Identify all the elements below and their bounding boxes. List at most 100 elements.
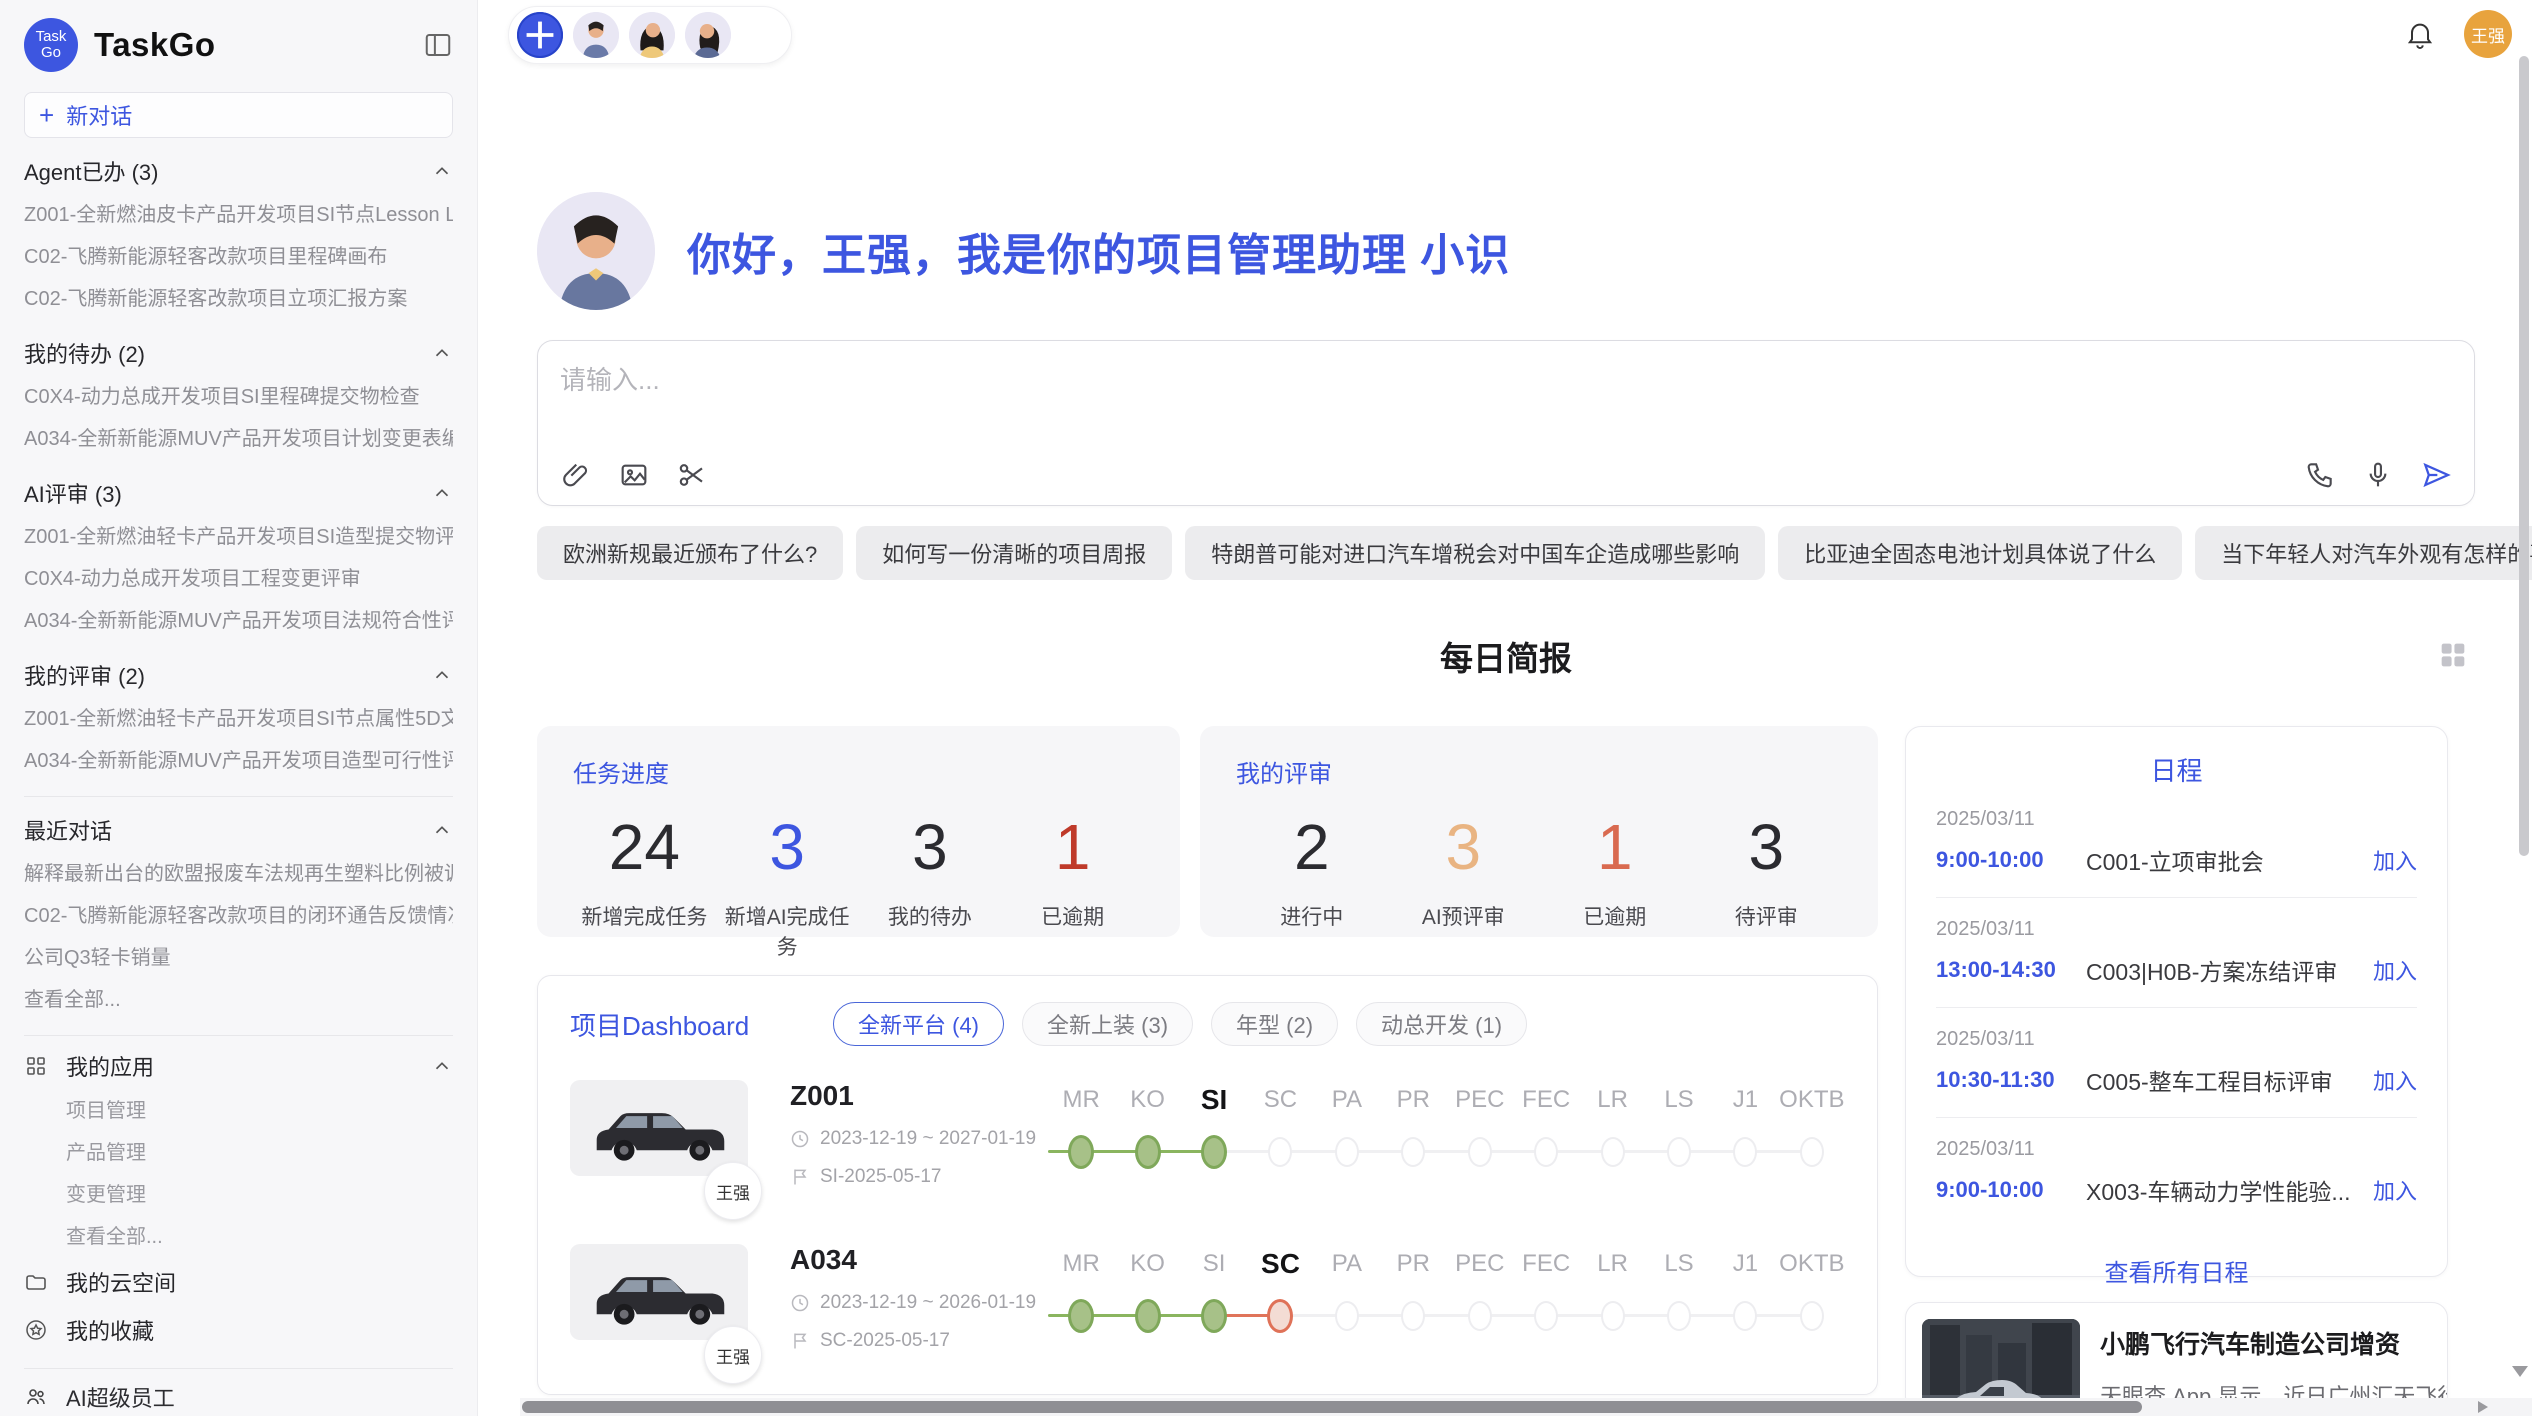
sidebar-item[interactable]: C02-飞腾新能源轻客改款项目立项汇报方案: [24, 278, 453, 320]
milestone-dot[interactable]: [1135, 1299, 1161, 1333]
sidebar-item[interactable]: Z001-全新燃油轻卡产品开发项目SI节点属性5D文件评审: [24, 698, 453, 740]
app-item-project-mgmt[interactable]: 项目管理: [24, 1090, 453, 1132]
sidebar-item[interactable]: C0X4-动力总成开发项目SI里程碑提交物检查: [24, 376, 453, 418]
tab-powertrain[interactable]: 动总开发 (1): [1356, 1002, 1527, 1046]
milestone-dot[interactable]: [1268, 1137, 1292, 1167]
project-code[interactable]: A034: [790, 1244, 1048, 1276]
image-icon[interactable]: [618, 459, 650, 491]
agent-avatar-2[interactable]: [629, 12, 675, 58]
divider: [24, 1368, 453, 1369]
chevron-up-icon[interactable]: [431, 482, 453, 504]
milestone-dot[interactable]: [1667, 1137, 1691, 1167]
milestone-dot[interactable]: [1800, 1137, 1824, 1167]
chevron-up-icon[interactable]: [431, 160, 453, 182]
sidebar-item-favorites[interactable]: 我的收藏: [24, 1306, 453, 1354]
project-code[interactable]: Z001: [790, 1080, 1048, 1112]
milestone-dot[interactable]: [1733, 1301, 1757, 1331]
sidebar-item[interactable]: C02-飞腾新能源轻客改款项目里程碑画布: [24, 236, 453, 278]
chevron-up-icon[interactable]: [431, 664, 453, 686]
join-link[interactable]: 加入: [2373, 954, 2417, 986]
suggestion-chip[interactable]: 当下年轻人对汽车外观有怎样的喜好趋势: [2195, 526, 2532, 580]
schedule-card: 日程 2025/03/11 9:00-10:00 C001-立项审批会 加入 2…: [1905, 726, 2448, 1277]
milestone-dot[interactable]: [1468, 1137, 1492, 1167]
milestone-dot[interactable]: [1201, 1299, 1227, 1333]
join-link[interactable]: 加入: [2373, 1174, 2417, 1206]
sidebar-item[interactable]: A034-全新新能源MUV产品开发项目计划变更表编写: [24, 418, 453, 460]
sidebar-collapse-icon[interactable]: [423, 30, 453, 60]
sidebar-item[interactable]: A034-全新新能源MUV产品开发项目造型可行性评审: [24, 740, 453, 782]
milestone-dot[interactable]: [1267, 1299, 1293, 1333]
chevron-up-icon[interactable]: [431, 342, 453, 364]
sidebar-item[interactable]: A034-全新新能源MUV产品开发项目法规符合性评审: [24, 600, 453, 642]
sidebar-item[interactable]: Z001-全新燃油皮卡产品开发项目SI节点Lesson Learn报告: [24, 194, 453, 236]
section-my-todo[interactable]: 我的待办 (2): [24, 330, 453, 376]
scroll-right-arrow[interactable]: [2478, 1401, 2488, 1413]
sidebar-item-cloud[interactable]: 我的云空间: [24, 1258, 453, 1306]
section-my-apps[interactable]: 我的应用: [24, 1042, 453, 1090]
topbar-right: 王强: [2404, 10, 2512, 58]
recent-chat-item[interactable]: C02-飞腾新能源轻客改款项目的闭环通告反馈情况: [24, 895, 453, 937]
agent-avatar-3[interactable]: [685, 12, 731, 58]
section-ai-review[interactable]: AI评审 (3): [24, 470, 453, 516]
milestone-dot[interactable]: [1335, 1301, 1359, 1331]
phone-icon[interactable]: [2304, 459, 2336, 491]
news-card[interactable]: 小鹏飞行汽车制造公司增资 天眼查 App 显示，近日广州汇天飞行汽...: [1905, 1302, 2448, 1412]
milestone-dot[interactable]: [1335, 1137, 1359, 1167]
send-icon[interactable]: [2420, 459, 2452, 491]
milestone-dot[interactable]: [1534, 1301, 1558, 1331]
horizontal-scrollbar-thumb[interactable]: [522, 1401, 2142, 1413]
project-car-image: [570, 1080, 748, 1176]
milestone-dot[interactable]: [1534, 1137, 1558, 1167]
tab-new-body[interactable]: 全新上装 (3): [1022, 1002, 1193, 1046]
milestone-dot[interactable]: [1201, 1135, 1227, 1169]
milestone-dot[interactable]: [1468, 1301, 1492, 1331]
suggestion-chip[interactable]: 特朗普可能对进口汽车增税会对中国车企造成哪些影响: [1185, 526, 1765, 580]
milestone-dot[interactable]: [1401, 1301, 1425, 1331]
recent-chat-item[interactable]: 公司Q3轻卡销量: [24, 937, 453, 979]
milestone-dot[interactable]: [1601, 1301, 1625, 1331]
suggestion-chip[interactable]: 如何写一份清晰的项目周报: [856, 526, 1172, 580]
milestone-dot[interactable]: [1068, 1135, 1094, 1169]
suggestion-chip[interactable]: 比亚迪全固态电池计划具体说了什么: [1778, 526, 2182, 580]
suggestion-chip[interactable]: 欧洲新规最近颁布了什么?: [537, 526, 843, 580]
chevron-up-icon[interactable]: [431, 1055, 453, 1077]
chat-input[interactable]: [560, 365, 2452, 396]
agent-avatar-1[interactable]: [573, 12, 619, 58]
join-link[interactable]: 加入: [2373, 1064, 2417, 1096]
section-recent-chats[interactable]: 最近对话: [24, 807, 453, 853]
milestone-dot[interactable]: [1667, 1301, 1691, 1331]
milestone-dot[interactable]: [1135, 1135, 1161, 1169]
milestone-label: PR: [1380, 1246, 1446, 1288]
user-avatar[interactable]: 王强: [2464, 10, 2512, 58]
view-all-schedule[interactable]: 查看所有日程: [1936, 1253, 2417, 1288]
scroll-down-arrow[interactable]: [2512, 1366, 2528, 1377]
milestone-dot[interactable]: [1733, 1137, 1757, 1167]
milestone-dot[interactable]: [1800, 1301, 1824, 1331]
milestone-dot[interactable]: [1068, 1299, 1094, 1333]
tab-model-year[interactable]: 年型 (2): [1211, 1002, 1338, 1046]
sidebar-item[interactable]: C0X4-动力总成开发项目工程变更评审: [24, 558, 453, 600]
vertical-scrollbar-thumb[interactable]: [2519, 56, 2529, 856]
milestone-dot[interactable]: [1401, 1137, 1425, 1167]
tab-new-platform[interactable]: 全新平台 (4): [833, 1002, 1004, 1046]
sidebar-item[interactable]: Z001-全新燃油轻卡产品开发项目SI造型提交物评审: [24, 516, 453, 558]
section-agent-done[interactable]: Agent已办 (3): [24, 148, 453, 194]
app-view-all[interactable]: 查看全部...: [24, 1216, 453, 1258]
mic-icon[interactable]: [2362, 459, 2394, 491]
milestone-dot[interactable]: [1601, 1137, 1625, 1167]
new-chat-button[interactable]: + 新对话: [24, 92, 453, 138]
notification-bell-icon[interactable]: [2404, 18, 2436, 50]
recent-view-all[interactable]: 查看全部...: [24, 979, 453, 1021]
app-item-change-mgmt[interactable]: 变更管理: [24, 1174, 453, 1216]
layout-grid-icon[interactable]: [2436, 638, 2470, 672]
chevron-up-icon[interactable]: [431, 819, 453, 841]
join-link[interactable]: 加入: [2373, 844, 2417, 876]
attach-icon[interactable]: [560, 459, 592, 491]
recent-chat-item[interactable]: 解释最新出台的欧盟报废车法规再生塑料比例被调至15%…: [24, 853, 453, 895]
app-item-product-mgmt[interactable]: 产品管理: [24, 1132, 453, 1174]
schedule-item: 2025/03/11 9:00-10:00 C001-立项审批会 加入: [1936, 788, 2417, 898]
section-my-review[interactable]: 我的评审 (2): [24, 652, 453, 698]
tool-ai-employee[interactable]: AI超级员工: [24, 1375, 453, 1416]
add-agent-button[interactable]: [517, 12, 563, 58]
scissors-icon[interactable]: [676, 459, 708, 491]
